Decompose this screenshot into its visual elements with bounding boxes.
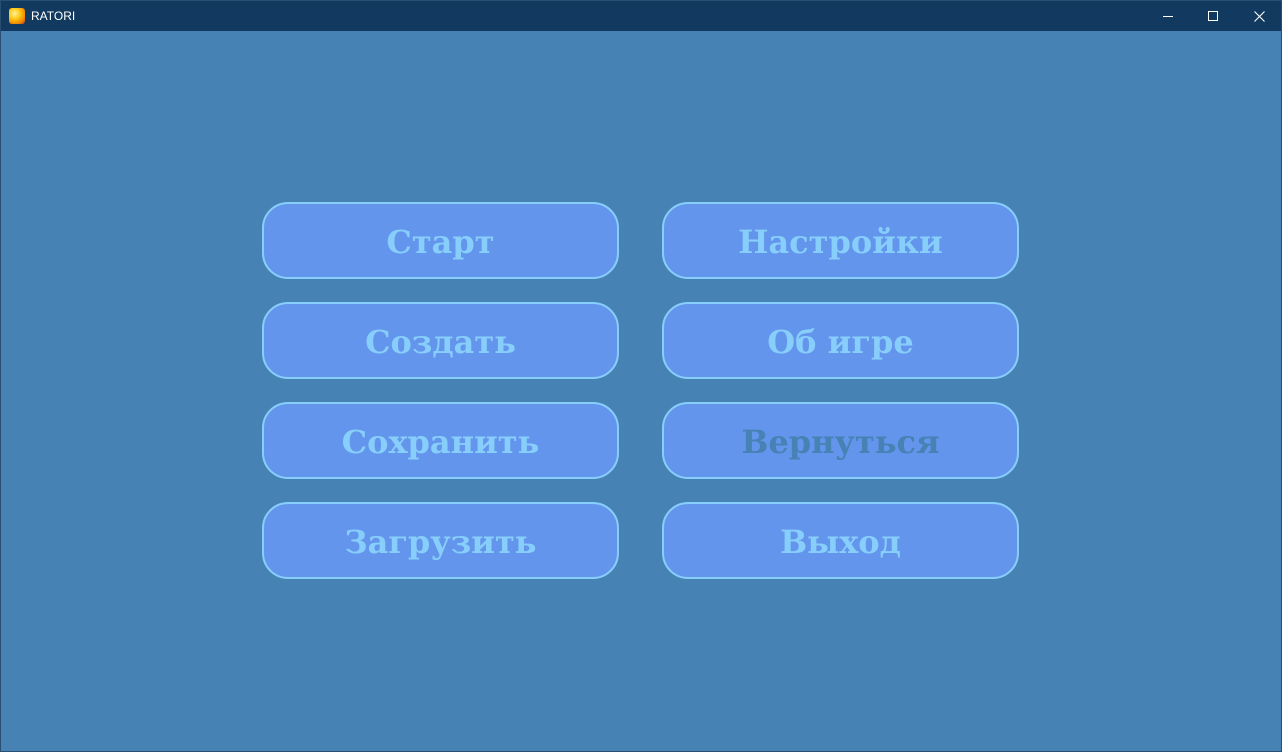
- app-window: RATORI Старт Настройки Создать Об игре С…: [0, 0, 1282, 752]
- settings-button[interactable]: Настройки: [662, 202, 1019, 279]
- window-title: RATORI: [31, 9, 76, 23]
- title-bar[interactable]: RATORI: [1, 1, 1281, 31]
- create-button[interactable]: Создать: [262, 302, 619, 379]
- maximize-icon: [1208, 11, 1218, 21]
- main-menu: Старт Настройки Создать Об игре Сохранит…: [1, 31, 1281, 751]
- load-button[interactable]: Загрузить: [262, 502, 619, 579]
- close-icon: [1253, 10, 1265, 22]
- about-button[interactable]: Об игре: [662, 302, 1019, 379]
- minimize-icon: [1163, 16, 1173, 17]
- app-logo-icon: [9, 8, 25, 24]
- close-button[interactable]: [1236, 1, 1281, 31]
- start-button[interactable]: Старт: [262, 202, 619, 279]
- exit-button[interactable]: Выход: [662, 502, 1019, 579]
- save-button[interactable]: Сохранить: [262, 402, 619, 479]
- minimize-button[interactable]: [1145, 1, 1191, 31]
- back-button[interactable]: Вернуться: [662, 402, 1019, 479]
- maximize-button[interactable]: [1190, 1, 1236, 31]
